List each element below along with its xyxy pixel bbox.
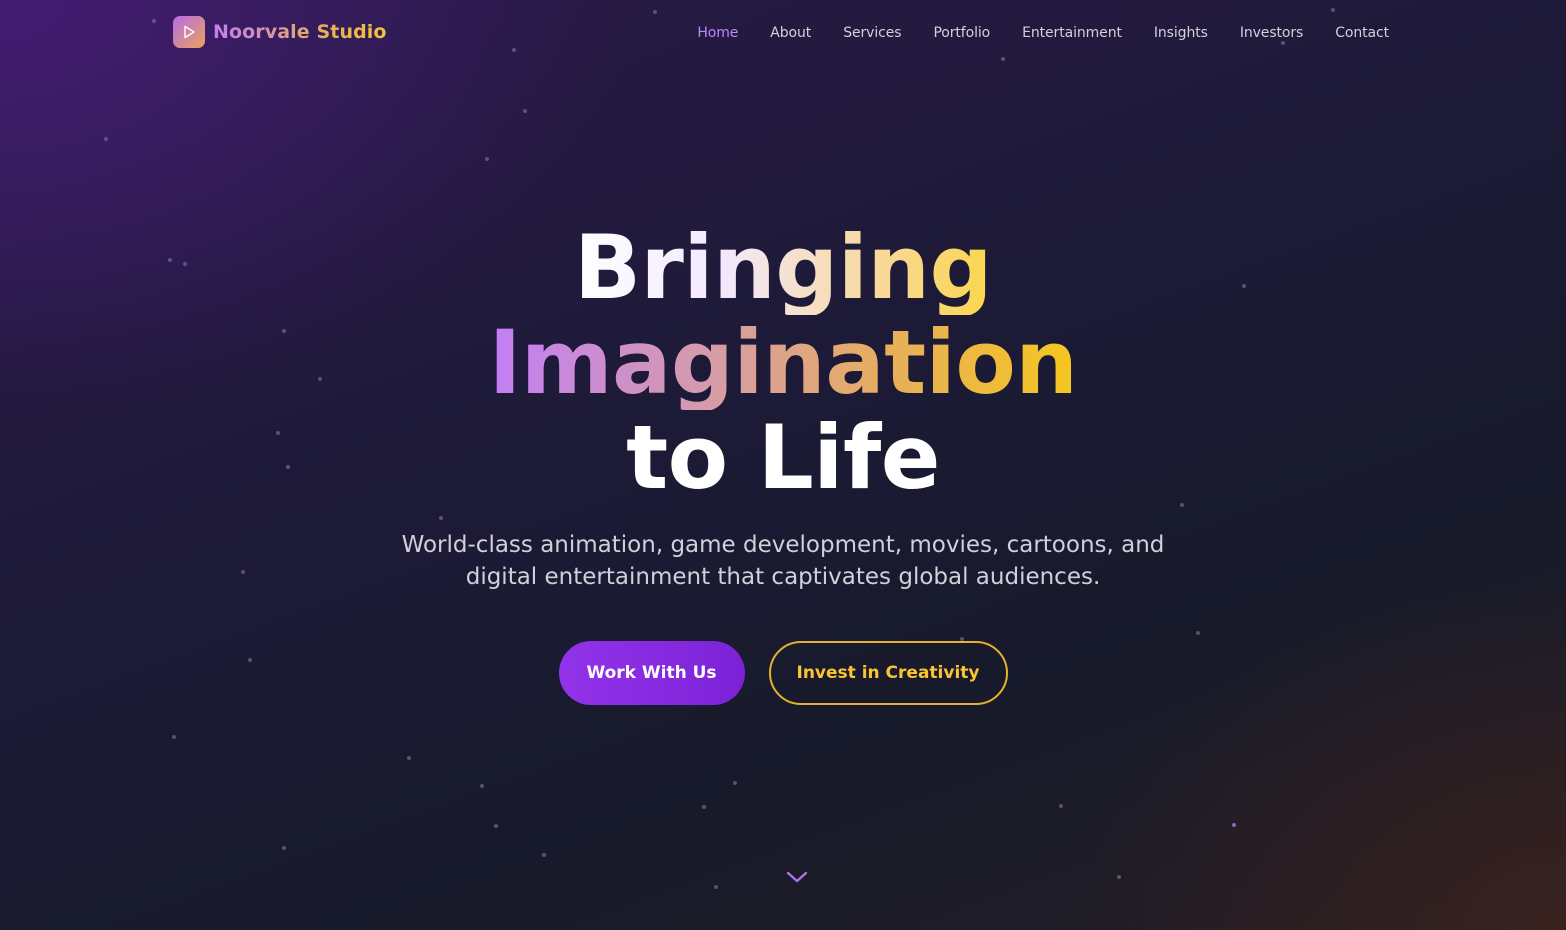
nav-link-portfolio[interactable]: Portfolio <box>933 25 990 41</box>
nav-menu: Home About Services Portfolio Entertainm… <box>697 22 1389 41</box>
chevron-down-icon[interactable] <box>786 866 808 888</box>
hero-section: Bringing Imagination to Life World-class… <box>0 220 1566 705</box>
brand-link[interactable]: Noorvale Studio <box>173 16 387 48</box>
play-icon <box>173 16 205 48</box>
invest-in-creativity-button[interactable]: Invest in Creativity <box>768 641 1008 705</box>
cta-group: Work With Us Invest in Creativity <box>0 641 1566 705</box>
hero-headline: Bringing Imagination to Life <box>0 220 1566 505</box>
brand-name: Noorvale Studio <box>213 21 387 43</box>
nav-link-contact[interactable]: Contact <box>1335 25 1389 41</box>
headline-line-imagination: Imagination <box>488 311 1078 414</box>
hero-subtitle: World-class animation, game development,… <box>401 532 1165 590</box>
headline-line-to-life: to Life <box>626 406 940 509</box>
headline-line-bringing: Bringing <box>573 216 993 319</box>
nav-link-investors[interactable]: Investors <box>1240 25 1304 41</box>
top-navigation: Noorvale Studio Home About Services Port… <box>0 0 1566 64</box>
nav-link-services[interactable]: Services <box>843 25 901 41</box>
nav-link-insights[interactable]: Insights <box>1154 25 1208 41</box>
nav-link-home[interactable]: Home <box>697 25 738 41</box>
nav-link-about[interactable]: About <box>770 25 811 41</box>
nav-link-entertainment[interactable]: Entertainment <box>1022 25 1122 41</box>
work-with-us-button[interactable]: Work With Us <box>558 641 745 705</box>
